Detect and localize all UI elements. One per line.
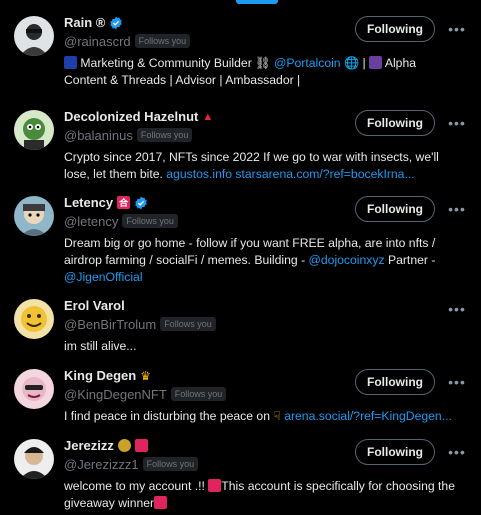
- bio: Crypto since 2017, NFTs since 2022 If we…: [64, 150, 439, 181]
- avatar[interactable]: [14, 196, 54, 236]
- gift-icon: [208, 479, 222, 492]
- follows-you-badge: Follows you: [136, 128, 193, 142]
- handle: @Jerezizzz1: [64, 456, 139, 472]
- bio: I find peace in disturbing the peace on …: [64, 409, 452, 423]
- handle: @KingDegenNFT: [64, 386, 167, 402]
- chain-icon: ⛓: [255, 56, 271, 70]
- list-item[interactable]: Rain ® @rainascrd Follows you Following: [0, 4, 481, 98]
- verified-badge-icon: [134, 196, 148, 210]
- bio-link[interactable]: starsarena.com/?ref=bocekIrna...: [235, 167, 414, 181]
- mention-link[interactable]: @Portalcoin: [274, 56, 341, 70]
- follows-you-badge: Follows you: [142, 457, 199, 471]
- scroll-icon: [369, 56, 383, 69]
- mention-link[interactable]: @JigenOfficial: [64, 270, 143, 284]
- list-item[interactable]: Jerezizz @Jerezizzz1 Follows you Followi…: [0, 427, 481, 515]
- following-button[interactable]: Following: [355, 439, 435, 465]
- avatar[interactable]: [14, 439, 54, 479]
- bio: welcome to my account .!! This account i…: [64, 479, 455, 510]
- handle: @letency: [64, 213, 119, 229]
- follows-you-badge: Follows you: [122, 214, 178, 228]
- bio: im still alive...: [64, 339, 137, 353]
- following-list: Rain ® @rainascrd Follows you Following: [0, 4, 481, 515]
- red-triangle-icon: ▲: [202, 110, 214, 123]
- following-button[interactable]: Following: [355, 196, 435, 222]
- money-bag-icon: [117, 439, 131, 452]
- follows-you-badge: Follows you: [160, 317, 216, 331]
- display-name[interactable]: King Degen: [64, 368, 136, 383]
- pointing-down-icon: ☟: [273, 409, 281, 423]
- more-options-icon[interactable]: •••: [447, 372, 467, 392]
- gift-icon: [134, 439, 148, 452]
- bio: Marketing & Community Builder ⛓ @Portalc…: [64, 56, 417, 87]
- mention-link[interactable]: @dojocoinxyz: [309, 253, 385, 267]
- follows-you-badge: Follows you: [170, 387, 227, 401]
- list-item[interactable]: King Degen ♛ @KingDegenNFT Follows you F…: [0, 357, 481, 427]
- more-options-icon[interactable]: •••: [447, 199, 467, 219]
- bio-link[interactable]: agustos.info: [166, 167, 232, 181]
- display-name[interactable]: Decolonized Hazelnut: [64, 109, 198, 124]
- bio-link[interactable]: arena.social/?ref=KingDegen...: [284, 409, 452, 423]
- more-options-icon[interactable]: •••: [447, 19, 467, 39]
- list-item[interactable]: Erol Varol @BenBirTrolum Follows you •••…: [0, 287, 481, 357]
- following-list-frame: Rain ® @rainascrd Follows you Following: [0, 0, 481, 515]
- bio: Dream big or go home - follow if you wan…: [64, 236, 436, 284]
- list-item[interactable]: Decolonized Hazelnut ▲ @balaninus Follow…: [0, 98, 481, 184]
- following-button[interactable]: Following: [355, 110, 435, 136]
- more-options-icon[interactable]: •••: [447, 442, 467, 462]
- gift-icon: [154, 496, 168, 509]
- following-button[interactable]: Following: [355, 369, 435, 395]
- display-name[interactable]: Letency: [64, 195, 113, 210]
- display-name[interactable]: Rain ®: [64, 15, 105, 30]
- handle: @rainascrd: [64, 33, 131, 49]
- avatar[interactable]: [14, 369, 54, 409]
- list-item[interactable]: Letency 合 @letency Follows you Following…: [0, 184, 481, 287]
- display-name[interactable]: Jerezizz: [64, 438, 114, 453]
- name-tag-icon: 合: [117, 196, 131, 209]
- verified-badge-icon: [109, 16, 123, 30]
- following-button[interactable]: Following: [355, 16, 435, 42]
- more-options-icon[interactable]: •••: [447, 113, 467, 133]
- avatar[interactable]: [14, 299, 54, 339]
- follows-you-badge: Follows you: [134, 34, 191, 48]
- avatar[interactable]: [14, 110, 54, 150]
- handle: @BenBirTrolum: [64, 316, 157, 332]
- handle: @balaninus: [64, 127, 133, 143]
- avatar[interactable]: [14, 16, 54, 56]
- display-name[interactable]: Erol Varol: [64, 298, 125, 313]
- more-options-icon[interactable]: •••: [447, 299, 467, 319]
- globe-icon: 🌐: [343, 56, 360, 70]
- crown-icon: ♛: [140, 368, 151, 383]
- eu-flag-icon: [64, 56, 77, 69]
